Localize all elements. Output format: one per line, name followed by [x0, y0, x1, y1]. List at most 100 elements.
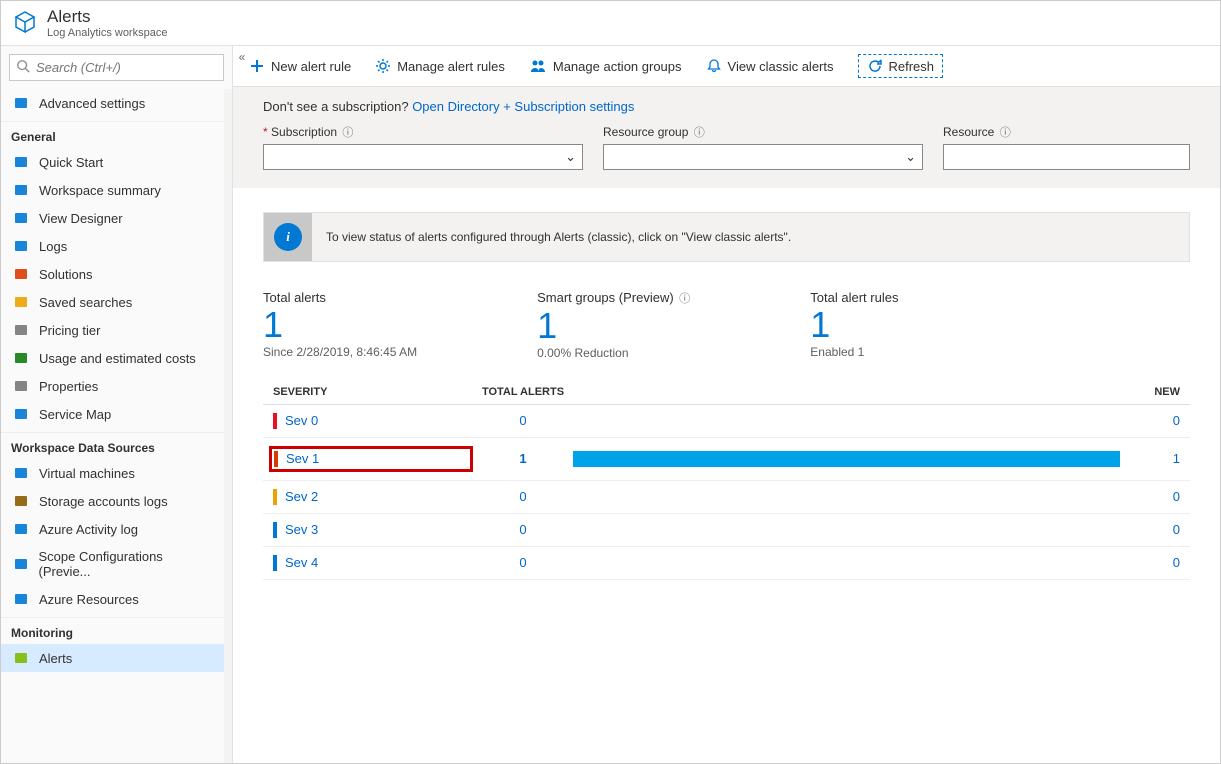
- sidebar-item-view-designer[interactable]: View Designer: [1, 204, 224, 232]
- sidebar-item-saved-searches[interactable]: Saved searches: [1, 288, 224, 316]
- sidebar-item-label: Pricing tier: [39, 323, 100, 338]
- severity-link[interactable]: Sev 1: [269, 446, 473, 472]
- info-icon: ⓘ: [694, 127, 705, 139]
- sidebar-item-alerts[interactable]: Alerts: [1, 644, 224, 672]
- info-icon: ⓘ: [342, 127, 353, 139]
- search-icon: [16, 59, 30, 76]
- sidebar-item-label: Service Map: [39, 407, 111, 422]
- sidebar-scroll[interactable]: Advanced settingsGeneralQuick StartWorks…: [1, 89, 232, 763]
- sidebar-item-logs[interactable]: Logs: [1, 232, 224, 260]
- sidebar-item-label: Azure Activity log: [39, 522, 138, 537]
- sidebar-item-label: Virtual machines: [39, 466, 135, 481]
- total-alerts-value: 0: [473, 522, 573, 537]
- stat-total-alerts[interactable]: Total alerts 1 Since 2/28/2019, 8:46:45 …: [263, 290, 417, 360]
- sidebar-item-label: Properties: [39, 379, 98, 394]
- sidebar-item-label: Azure Resources: [39, 592, 139, 607]
- sidebar-item-storage-accounts-logs[interactable]: Storage accounts logs: [1, 487, 224, 515]
- activity-icon: [11, 521, 31, 537]
- cube-icon: [13, 10, 37, 37]
- info-icon: i: [264, 213, 312, 261]
- sidebar-item-label: Saved searches: [39, 295, 132, 310]
- sidebar-item-label: Alerts: [39, 651, 72, 666]
- sidebar-item-azure-resources[interactable]: Azure Resources: [1, 585, 224, 613]
- chevron-down-icon: ⌄: [905, 149, 916, 165]
- sidebar-item-usage-and-estimated-costs[interactable]: Usage and estimated costs: [1, 344, 224, 372]
- cost-icon: [11, 350, 31, 366]
- sidebar-item-service-map[interactable]: Service Map: [1, 400, 224, 428]
- info-banner: i To view status of alerts configured th…: [263, 212, 1190, 262]
- table-row[interactable]: Sev 300: [263, 514, 1190, 547]
- sidebar-item-label: Storage accounts logs: [39, 494, 168, 509]
- bell-icon: [706, 58, 722, 74]
- sidebar-item-virtual-machines[interactable]: Virtual machines: [1, 459, 224, 487]
- sidebar-item-properties[interactable]: Properties: [1, 372, 224, 400]
- sidebar-item-azure-activity-log[interactable]: Azure Activity log: [1, 515, 224, 543]
- sidebar-item-scope-configurations-previe-[interactable]: Scope Configurations (Previe...: [1, 543, 224, 585]
- vm-icon: [11, 465, 31, 481]
- severity-color-bar: [274, 451, 278, 467]
- sidebar-search[interactable]: [9, 54, 224, 81]
- search-input[interactable]: [36, 60, 217, 75]
- severity-color-bar: [273, 489, 277, 505]
- new-alert-rule-button[interactable]: New alert rule: [249, 58, 351, 74]
- sidebar-item-advanced-settings[interactable]: Advanced settings: [1, 89, 224, 117]
- severity-link[interactable]: Sev 0: [273, 413, 473, 429]
- page-title: Alerts: [47, 7, 167, 27]
- sidebar-item-workspace-summary[interactable]: Workspace summary: [1, 176, 224, 204]
- map-icon: [11, 406, 31, 422]
- new-value: 0: [1120, 489, 1180, 504]
- subscription-select[interactable]: ⌄: [263, 144, 583, 170]
- designer-icon: [11, 210, 31, 226]
- total-alerts-value: 0: [473, 489, 573, 504]
- scope-icon: [11, 556, 31, 572]
- subscription-hint: Don't see a subscription? Open Directory…: [263, 99, 1190, 114]
- table-row[interactable]: Sev 200: [263, 481, 1190, 514]
- total-alerts-value: 1: [473, 451, 573, 466]
- toolbar: New alert rule Manage alert rules Manage…: [233, 46, 1220, 87]
- bars-icon: [11, 378, 31, 394]
- severity-link[interactable]: Sev 3: [273, 522, 473, 538]
- stat-total-rules[interactable]: Total alert rules 1 Enabled 1: [810, 290, 898, 360]
- view-classic-alerts-button[interactable]: View classic alerts: [706, 58, 834, 74]
- sidebar-section: Monitoring: [1, 617, 224, 644]
- table-row[interactable]: Sev 400: [263, 547, 1190, 580]
- table-header: Severity Total Alerts New: [263, 380, 1190, 405]
- table-row[interactable]: Sev 111: [263, 438, 1190, 481]
- severity-color-bar: [273, 522, 277, 538]
- gear-icon: [11, 95, 31, 111]
- open-directory-link[interactable]: Open Directory + Subscription settings: [412, 99, 634, 114]
- cloud-icon: [11, 154, 31, 170]
- main-content: New alert rule Manage alert rules Manage…: [233, 46, 1220, 763]
- subscription-filter: * Subscription ⓘ ⌄: [263, 124, 583, 170]
- people-icon: [529, 58, 547, 74]
- bars-icon: [11, 322, 31, 338]
- sidebar-item-label: View Designer: [39, 211, 123, 226]
- gear-icon: [375, 58, 391, 74]
- storage-icon: [11, 493, 31, 509]
- manage-action-groups-button[interactable]: Manage action groups: [529, 58, 682, 74]
- sidebar-item-label: Quick Start: [39, 155, 103, 170]
- bar-fill: [573, 451, 1120, 467]
- resource-input[interactable]: [943, 144, 1190, 170]
- severity-link[interactable]: Sev 2: [273, 489, 473, 505]
- sidebar-item-pricing-tier[interactable]: Pricing tier: [1, 316, 224, 344]
- sidebar-section: Workspace Data Sources: [1, 432, 224, 459]
- alerts-icon: [11, 650, 31, 666]
- sidebar-item-label: Advanced settings: [39, 96, 145, 111]
- refresh-button[interactable]: Refresh: [858, 54, 944, 78]
- severity-link[interactable]: Sev 4: [273, 555, 473, 571]
- sidebar-item-quick-start[interactable]: Quick Start: [1, 148, 224, 176]
- logs-icon: [11, 238, 31, 254]
- stat-smart-groups[interactable]: Smart groups (Preview) ⓘ 1 0.00% Reducti…: [537, 290, 690, 360]
- sidebar-item-solutions[interactable]: Solutions: [1, 260, 224, 288]
- chevron-down-icon: ⌄: [565, 149, 576, 165]
- collapse-sidebar-icon[interactable]: «: [234, 50, 250, 66]
- resource-filter: Resource ⓘ: [943, 124, 1190, 170]
- sidebar-item-label: Workspace summary: [39, 183, 161, 198]
- star-icon: [11, 294, 31, 310]
- manage-alert-rules-button[interactable]: Manage alert rules: [375, 58, 505, 74]
- table-row[interactable]: Sev 000: [263, 405, 1190, 438]
- resource-group-select[interactable]: ⌄: [603, 144, 923, 170]
- refresh-icon: [867, 58, 883, 74]
- page-subtitle: Log Analytics workspace: [47, 27, 167, 39]
